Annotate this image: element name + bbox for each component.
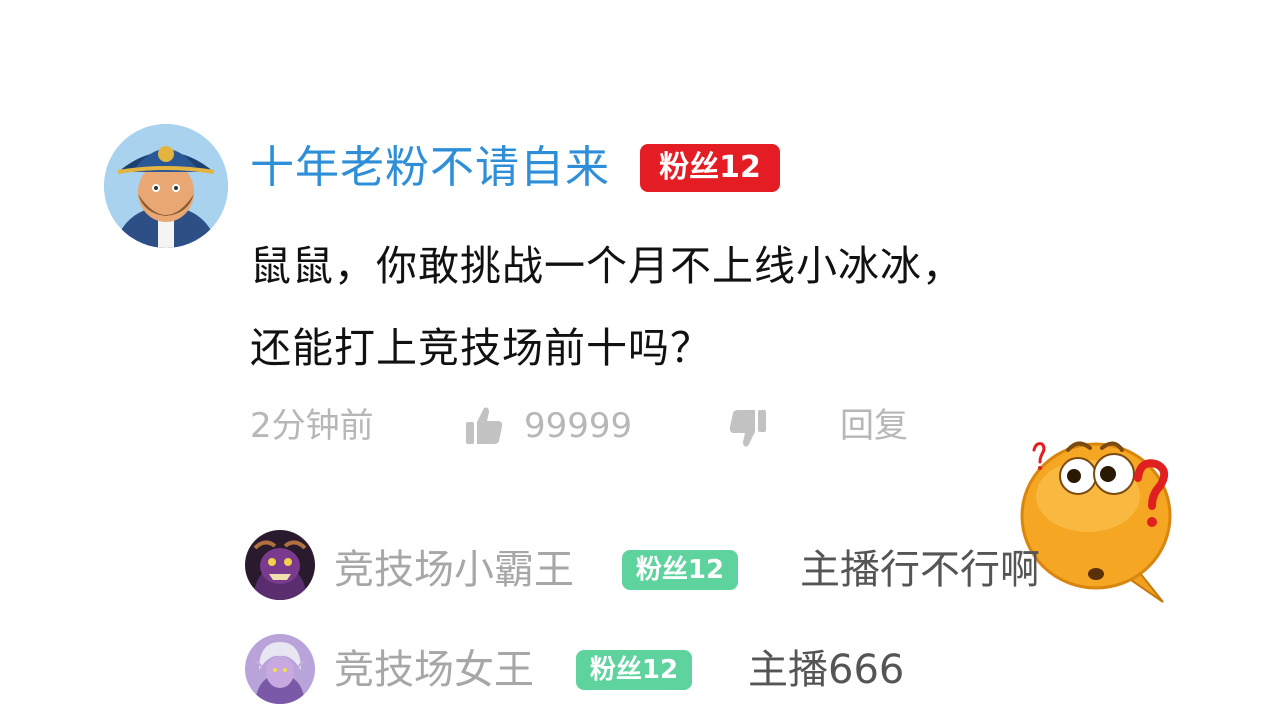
fan-badge: 粉丝12 <box>622 550 738 590</box>
reply-avatar-2[interactable] <box>245 634 315 704</box>
like-button[interactable] <box>464 404 504 446</box>
thumbs-up-icon <box>466 407 503 444</box>
reply-text-1: 主播行不行啊 <box>800 547 1040 593</box>
fan-badge: 粉丝12 <box>640 144 780 192</box>
like-count: 99999 <box>524 406 633 446</box>
reply-username-1[interactable]: 竞技场小霸王 <box>334 544 574 596</box>
timestamp: 2分钟前 <box>250 406 374 446</box>
elf-queen-avatar-icon <box>245 634 315 704</box>
username[interactable]: 十年老粉不请自来 <box>250 140 610 196</box>
dislike-button[interactable] <box>728 408 768 450</box>
reply-avatar-1[interactable] <box>245 530 315 600</box>
fan-badge: 粉丝12 <box>576 650 692 690</box>
comment-text-line-2: 还能打上竞技场前十吗？ <box>250 324 712 372</box>
reply-text-2: 主播666 <box>748 647 905 693</box>
thumbs-down-icon <box>729 410 766 447</box>
pirate-avatar-icon <box>104 124 228 248</box>
reply-username-2[interactable]: 竞技场女王 <box>334 644 534 696</box>
reply-button[interactable]: 回复 <box>840 404 908 448</box>
question-emoji-icon <box>1018 430 1188 610</box>
purple-monster-avatar-icon <box>245 530 315 600</box>
avatar[interactable] <box>104 124 228 248</box>
comment-text-line-1: 鼠鼠，你敢挑战一个月不上线小冰冰， <box>250 242 964 290</box>
